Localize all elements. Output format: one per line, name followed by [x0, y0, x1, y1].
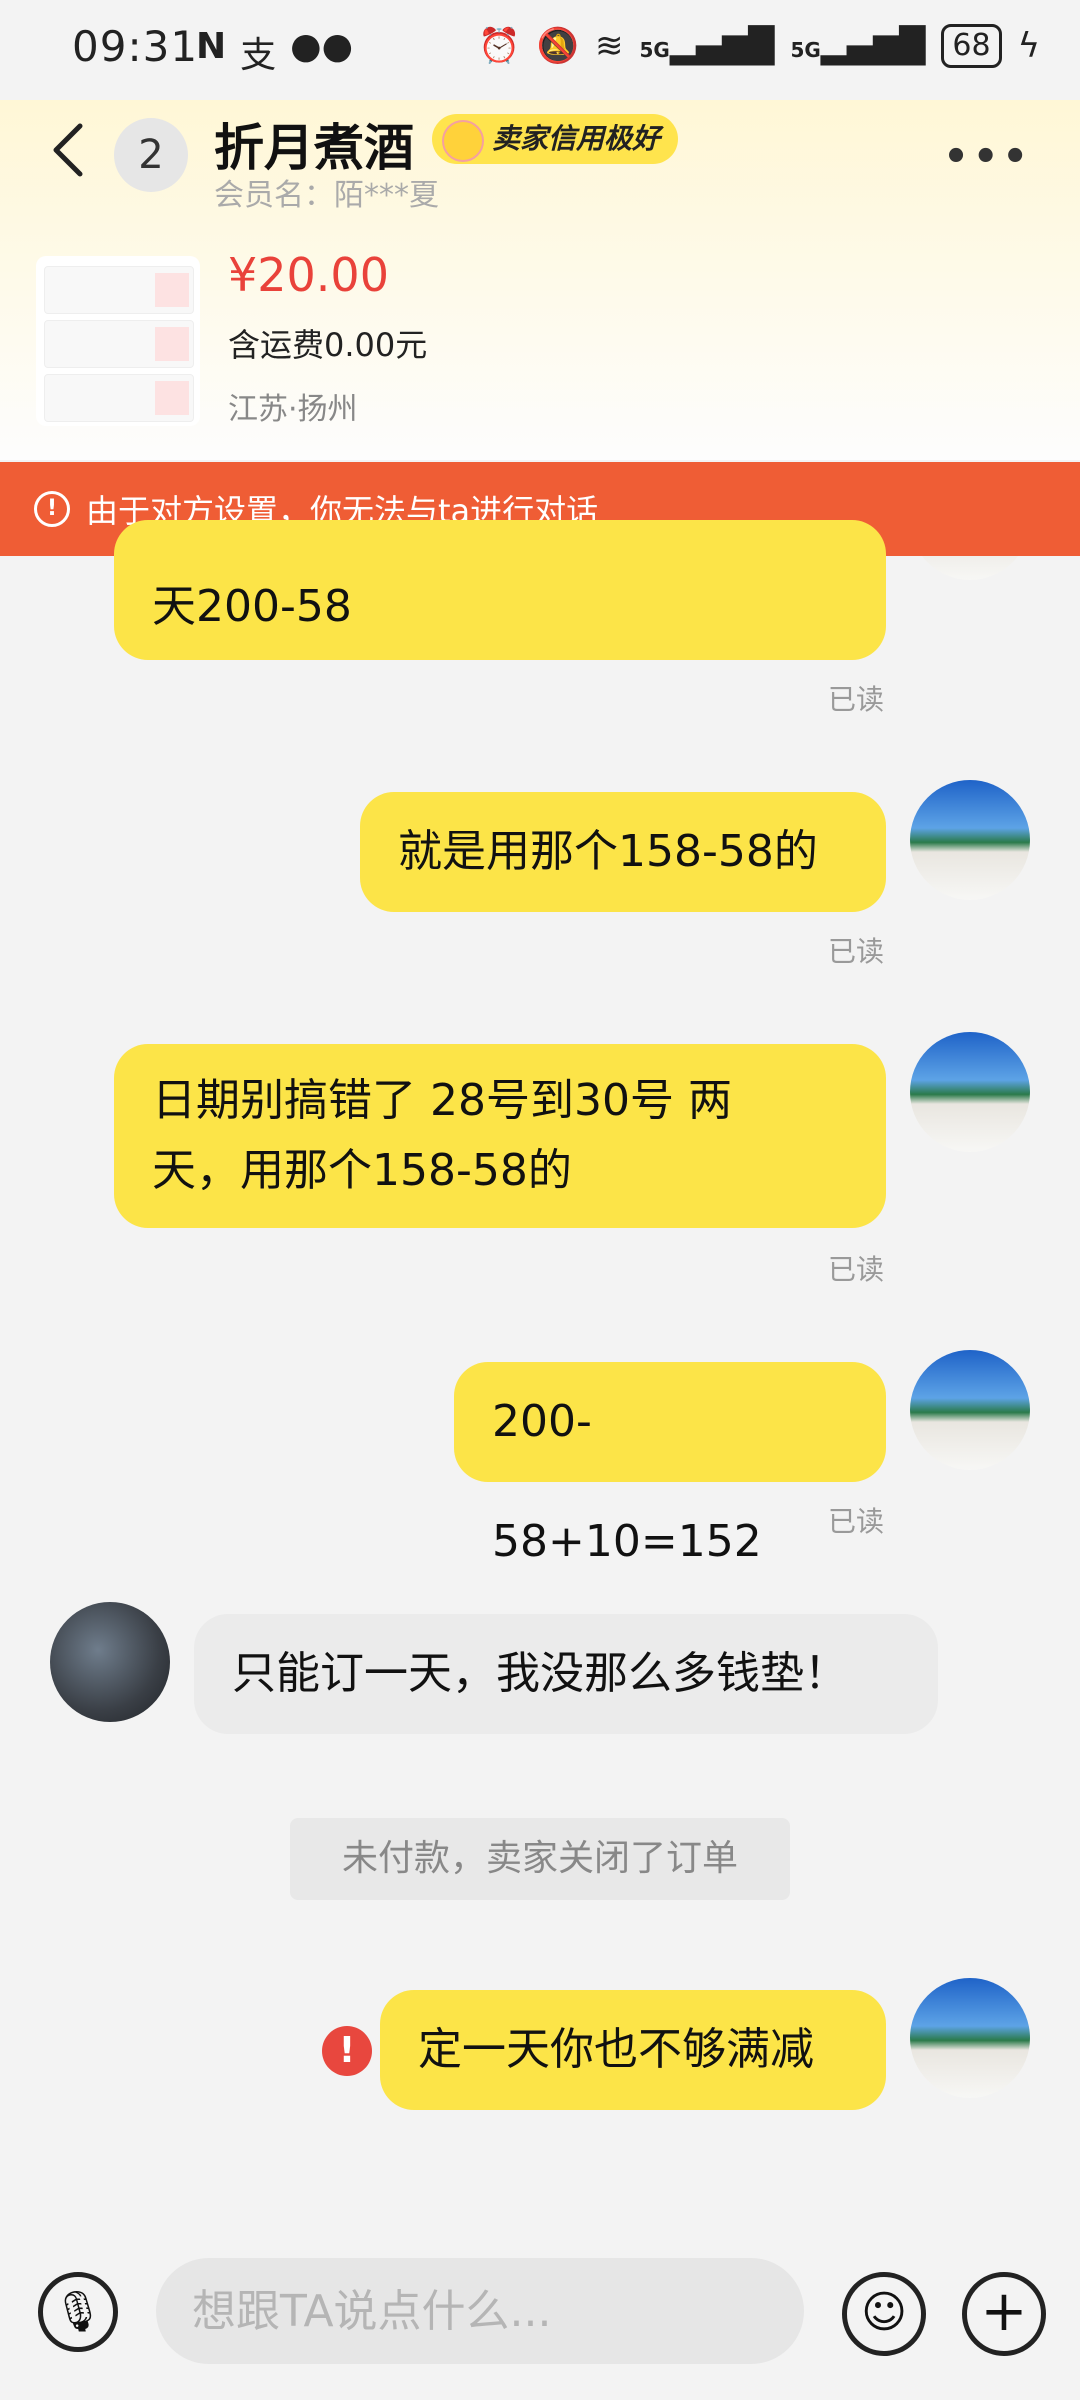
message-text: 就是用那个158-58的: [398, 826, 818, 877]
member-name: 会员名：陌***夏: [214, 178, 439, 213]
read-status: 已读: [828, 935, 885, 968]
signal-icon-2: 5G▂▄▆█: [790, 26, 926, 66]
product-thumbnail[interactable]: [36, 256, 200, 426]
shipping-fee: 含运费0.00元: [228, 326, 428, 364]
send-failed-icon[interactable]: !: [322, 2026, 372, 2076]
emoji-icon[interactable]: ☺: [842, 2272, 926, 2356]
wechat-icon: ●●: [290, 26, 353, 67]
self-avatar[interactable]: [910, 1978, 1030, 2098]
message-text: 200-58+10=152: [492, 1396, 762, 1567]
status-bar: 09:31 N 支 ●● ⏰ 🔕 ≋ 5G▂▄▆█ 5G▂▄▆█ 68 ϟ: [0, 0, 1080, 100]
message-text: 定一天你也不够满减: [418, 2024, 814, 2075]
message-text-line-2: 天，用那个158-58的: [152, 1145, 572, 1196]
wifi-icon: ≋: [595, 26, 624, 66]
battery-indicator: 68: [941, 24, 1002, 68]
mute-icon: 🔕: [536, 26, 579, 66]
credit-badge[interactable]: 卖家信用极好: [432, 114, 679, 164]
charging-icon: ϟ: [1017, 26, 1040, 66]
signal-icon: 5G▂▄▆█: [639, 26, 775, 66]
alarm-icon: ⏰: [478, 26, 521, 66]
message-bubble-self[interactable]: 日期别搞错了 28号到30号 两 天，用那个158-58的: [114, 1044, 886, 1228]
nfc-icon: N: [196, 26, 227, 67]
read-status: 已读: [828, 683, 885, 716]
read-status: 已读: [828, 1253, 885, 1286]
product-price[interactable]: ¥20.00: [228, 248, 389, 302]
read-status: 已读: [828, 1505, 885, 1538]
message-bubble-other[interactable]: 只能订一天，我没那么多钱垫！: [194, 1614, 938, 1734]
other-avatar[interactable]: [50, 1602, 170, 1722]
back-icon[interactable]: [48, 120, 88, 180]
status-left-icons: N 支 ●●: [196, 26, 353, 78]
microphone-icon[interactable]: 🎙: [38, 2272, 118, 2352]
message-bubble-self[interactable]: 就是用那个158-58的: [360, 792, 886, 912]
unread-count-badge[interactable]: 2: [114, 118, 188, 192]
info-icon: !: [34, 491, 70, 527]
message-text: 天200-58: [152, 581, 352, 632]
credit-badge-label: 卖家信用极好: [492, 122, 661, 155]
signal-label-1: 5G: [639, 38, 670, 62]
product-location: 江苏·扬州: [228, 392, 358, 427]
message-input[interactable]: [156, 2258, 804, 2364]
status-time: 09:31: [72, 22, 199, 71]
signal-label-2: 5G: [790, 38, 821, 62]
message-bubble-self[interactable]: 200-58+10=152: [454, 1362, 886, 1567]
self-avatar[interactable]: [910, 1350, 1030, 1470]
self-avatar[interactable]: [910, 1032, 1030, 1152]
more-options-icon[interactable]: •••: [943, 134, 1032, 180]
alipay-icon: 支: [240, 35, 277, 76]
self-avatar[interactable]: [910, 780, 1030, 900]
message-bubble-self[interactable]: 定一天你也不够满减: [380, 1990, 886, 2110]
system-notice: 未付款，卖家关闭了订单: [290, 1818, 790, 1900]
heart-eyes-icon: [442, 120, 484, 162]
message-text-line-1: 日期别搞错了 28号到30号 两: [152, 1075, 732, 1126]
plus-icon[interactable]: +: [962, 2272, 1046, 2356]
status-right-icons: ⏰ 🔕 ≋ 5G▂▄▆█ 5G▂▄▆█ 68 ϟ: [478, 24, 1040, 68]
message-bubble-self[interactable]: 天200-58: [114, 520, 886, 660]
message-text: 只能订一天，我没那么多钱垫！: [232, 1648, 848, 1699]
